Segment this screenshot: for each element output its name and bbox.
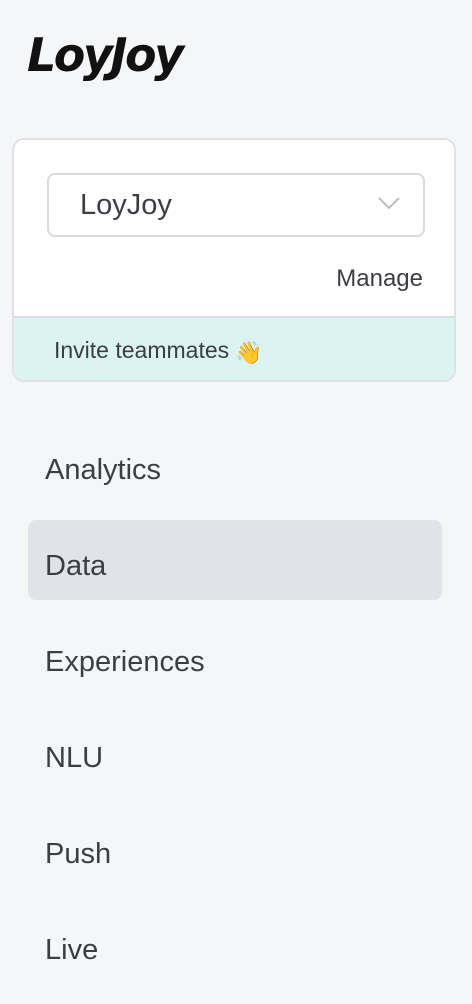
manage-link[interactable]: Manage <box>336 265 423 293</box>
sidebar-item-experiences[interactable]: Experiences <box>28 616 442 696</box>
waving-hand-icon: 👋 <box>235 340 263 365</box>
workspace-selector-value: LoyJoy <box>80 189 172 221</box>
invite-teammates-button[interactable]: Invite teammates 👋 <box>14 316 454 380</box>
sidebar-item-nlu[interactable]: NLU <box>28 712 442 792</box>
sidebar-item-analytics[interactable]: Analytics <box>28 424 442 504</box>
chevron-down-icon <box>378 197 400 210</box>
invite-teammates-text: Invite teammates 👋 <box>54 338 263 365</box>
logo: LoyJoy <box>27 28 184 82</box>
workspace-selector[interactable]: LoyJoy <box>47 173 425 237</box>
sidebar-item-label: Experiences <box>45 646 205 678</box>
sidebar-item-push[interactable]: Push <box>28 808 442 888</box>
sidebar-item-label: NLU <box>45 742 104 774</box>
sidebar-item-live[interactable]: Live <box>28 904 442 984</box>
invite-teammates-label: Invite teammates <box>54 337 230 363</box>
sidebar-item-label: Push <box>45 838 112 870</box>
sidebar-nav: Analytics Data Experiences NLU Push Live <box>28 424 442 1000</box>
sidebar-item-label: Analytics <box>45 454 162 486</box>
sidebar-item-label: Data <box>45 550 107 582</box>
sidebar-item-data[interactable]: Data <box>28 520 442 600</box>
sidebar-item-label: Live <box>45 934 99 966</box>
workspace-card: LoyJoy Manage Invite teammates 👋 <box>12 138 456 382</box>
